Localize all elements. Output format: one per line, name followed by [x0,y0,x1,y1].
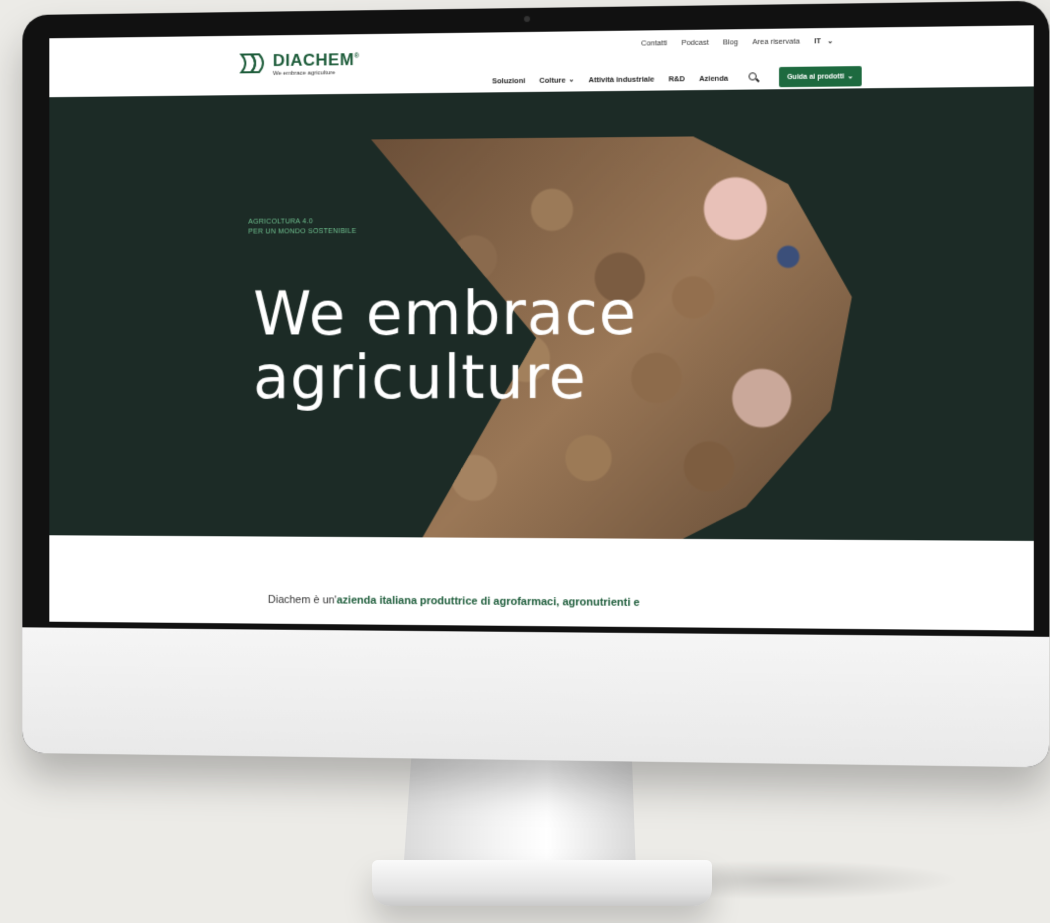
site-logo[interactable]: DIACHEM® We embrace agriculture [240,48,360,78]
language-selector[interactable]: IT ⌄ [814,36,833,45]
link-contatti[interactable]: Contatti [641,38,667,47]
chevron-down-icon: ⌄ [569,75,575,83]
nav-item-soluzioni[interactable]: Soluzioni [492,76,525,85]
hero-title-line1: We embrace [253,282,637,347]
hero-eyebrow-line1: AGRICOLTURA 4.0 [248,217,356,228]
link-area-riservata[interactable]: Area riservata [752,36,800,46]
browser-viewport[interactable]: DIACHEM® We embrace agriculture Contatti… [49,25,1033,630]
nav-item-colture-label: Colture [539,75,565,84]
logo-tagline: We embrace agriculture [273,69,360,78]
language-label: IT [814,36,821,45]
product-guide-button[interactable]: Guida ai prodotti ⌄ [779,66,862,87]
monitor-frame: DIACHEM® We embrace agriculture Contatti… [22,1,1049,768]
monitor-chin [22,627,1049,767]
nav-item-attivita-industriale[interactable]: Attività industriale [589,74,655,84]
camera-icon [524,16,530,22]
link-podcast[interactable]: Podcast [681,38,708,47]
chevron-down-icon: ⌄ [827,37,833,45]
utility-nav: Contatti Podcast Blog Area riservata IT … [641,36,833,48]
intro-prefix: Diachem è un' [268,594,337,606]
link-blog[interactable]: Blog [723,37,738,46]
intro-paragraph: Diachem è un'azienda italiana produttric… [268,594,640,609]
hero-title-line2: agriculture [253,346,637,410]
nav-item-rd[interactable]: R&D [668,74,684,83]
site-header: DIACHEM® We embrace agriculture Contatti… [49,25,1033,97]
intro-section: Diachem è un'azienda italiana produttric… [49,535,1033,630]
main-nav: Soluzioni Colture ⌄ Attività industriale… [492,66,861,90]
logo-wordmark: DIACHEM® [273,48,360,70]
nav-item-colture[interactable]: Colture ⌄ [539,75,574,84]
search-icon[interactable] [748,72,758,82]
hero-section: AGRICOLTURA 4.0 PER UN MONDO SOSTENIBILE… [49,86,1033,540]
diachem-logo-icon [240,53,269,75]
hero-title: We embrace agriculture [253,282,637,411]
chevron-down-icon: ⌄ [847,72,853,80]
monitor-stand-base [372,860,712,906]
hero-eyebrow: AGRICOLTURA 4.0 PER UN MONDO SOSTENIBILE [248,217,356,237]
nav-item-azienda[interactable]: Azienda [699,73,728,82]
intro-highlight: azienda italiana produttrice di agrofarm… [337,594,640,608]
hero-eyebrow-line2: PER UN MONDO SOSTENIBILE [248,227,356,238]
product-guide-label: Guida ai prodotti [787,73,844,81]
